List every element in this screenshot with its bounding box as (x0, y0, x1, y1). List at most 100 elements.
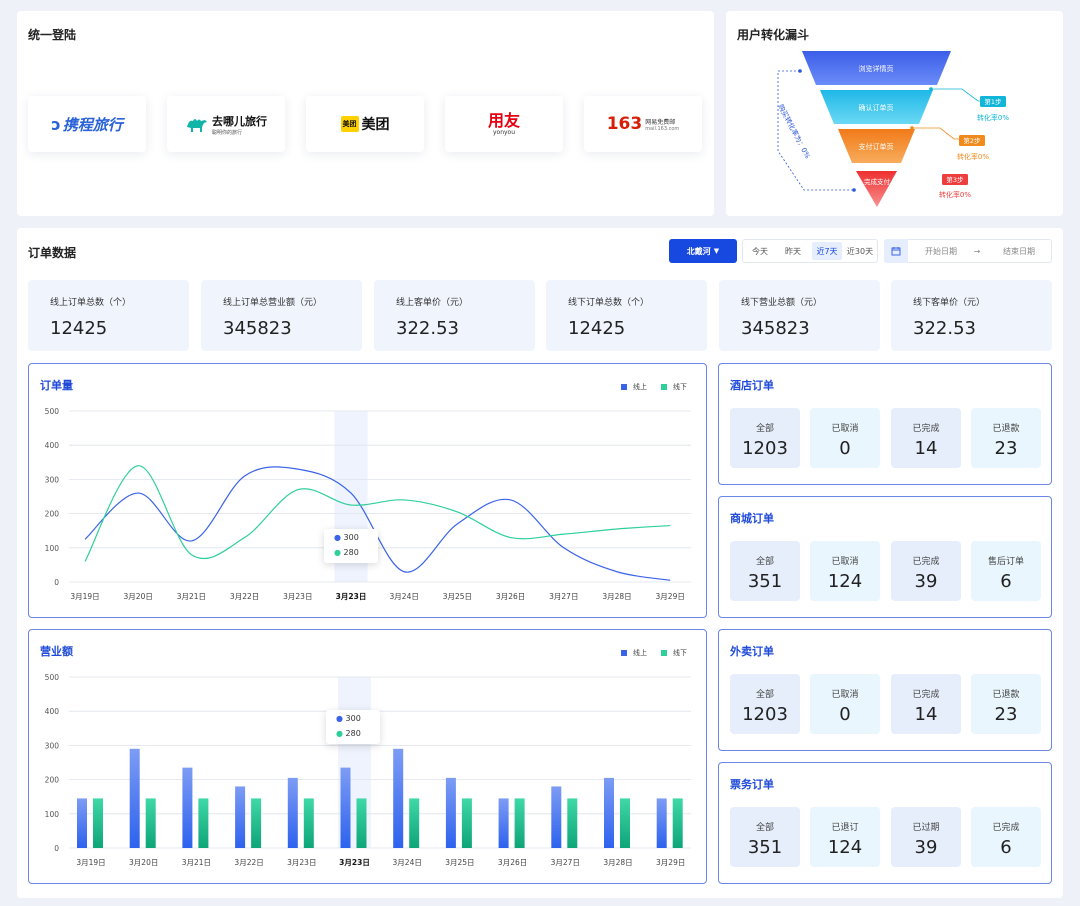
bar-online (604, 777, 614, 848)
bar-offline (567, 798, 578, 848)
range-30days[interactable]: 近30天 (845, 242, 875, 260)
line-chart-plot: 0 100 200 300 400 500 3月19日 3月20日 3月21日 3月22日 3月23… (45, 407, 691, 601)
stat-label: 线下营业总额（元） (741, 298, 823, 308)
meituan-badge-icon: 美团 (340, 116, 359, 132)
order-card-label: 已退订 (831, 823, 859, 833)
order-card[interactable]: 已取消 0 (810, 408, 880, 468)
qunar-logo-sub: 聪明你的旅行 (212, 129, 243, 136)
funnel-stage-4 (856, 171, 897, 207)
y-tick-label: 400 (45, 707, 60, 716)
tooltip-offline: 280 (345, 729, 361, 738)
stat-label: 线下客单价（元） (913, 298, 986, 308)
step1-label: 第1步 (984, 97, 1002, 106)
yonyou-logo-card[interactable]: 用友 yonyou (445, 96, 563, 152)
order-card[interactable]: 全部 1203 (730, 674, 800, 734)
start-date-input[interactable]: 开始日期 (916, 242, 966, 260)
y-tick-label: 500 (45, 673, 60, 682)
group-title: 商城订单 (730, 512, 774, 525)
stat-value: 345823 (223, 318, 292, 339)
order-card[interactable]: 已完成 14 (891, 408, 961, 468)
order-card-value: 351 (747, 571, 783, 592)
stat-label: 线上订单总数（个） (50, 298, 132, 308)
x-tick-label: 3月20日 (124, 592, 153, 601)
order-card[interactable]: 已退款 23 (971, 408, 1041, 468)
x-tick-label: 3月21日 (177, 592, 206, 601)
x-tick-label: 3月23日 (336, 592, 367, 601)
bar-online (287, 777, 298, 848)
step3-label: 第3步 (946, 175, 964, 184)
login-panel: 统一登陆 ↄ 携程旅行 去哪儿旅行 聪明你的旅行 美团 美团 用友 yonyou… (17, 11, 714, 216)
order-card[interactable]: 已过期 39 (891, 807, 961, 867)
end-date-input[interactable]: 结束日期 (994, 242, 1044, 260)
order-card[interactable]: 全部 351 (730, 541, 800, 601)
bar-online (498, 798, 509, 848)
ctrip-logo-text: 携程旅行 (62, 115, 123, 134)
bar-chart-tooltip: ● 300 ● 280 (326, 710, 380, 744)
tooltip-online: 300 (343, 533, 359, 542)
stat-value: 345823 (741, 318, 810, 339)
stat-online-orders: 线上订单总数（个） 12425 (28, 280, 189, 351)
range-7days[interactable]: 近7天 (812, 242, 842, 260)
order-card-label: 已退款 (992, 690, 1020, 700)
x-tick-label: 3月21日 (182, 858, 211, 867)
mail163-logo-card[interactable]: 163 网易免费邮 mail.163.com (584, 96, 702, 152)
range-yesterday[interactable]: 昨天 (779, 242, 807, 260)
order-card[interactable]: 已退款 23 (971, 674, 1041, 734)
stat-online-avg: 线上客单价（元） 322.53 (374, 280, 535, 351)
order-card-value: 351 (747, 837, 783, 858)
order-card-label: 已取消 (831, 424, 859, 434)
x-tick-label: 3月24日 (390, 592, 419, 601)
order-card[interactable]: 售后订单 6 (971, 541, 1041, 601)
range-today[interactable]: 今天 (746, 242, 774, 260)
bar-offline (93, 798, 103, 848)
order-card-value: 6 (1000, 571, 1012, 592)
caret-down-icon: ▼ (713, 247, 720, 255)
order-card-value: 14 (914, 704, 938, 725)
bar-online (182, 767, 193, 848)
order-card-label: 全部 (755, 424, 774, 434)
ticket-orders: 票务订单 全部 351 已退订 124 已过期 39 已完成 6 (718, 762, 1052, 884)
order-card-value: 23 (994, 704, 1018, 725)
step1-rate: 转化率0% (977, 113, 1009, 122)
order-card[interactable]: 全部 351 (730, 807, 800, 867)
camel-icon (187, 119, 207, 132)
meituan-logo-card[interactable]: 美团 美团 (306, 96, 424, 152)
revenue-chart: 营业额 线上 线下 0 100 200 300 400 500 3月19日 3月20日 3月21… (28, 629, 707, 884)
stat-offline-avg: 线下客单价（元） 322.53 (891, 280, 1052, 351)
y-tick-label: 0 (54, 578, 59, 587)
bar-offline (514, 798, 525, 848)
funnel-side-label: 购买转化率为：0% (776, 103, 812, 161)
x-tick-label: 3月19日 (70, 592, 99, 601)
order-card[interactable]: 已完成 6 (971, 807, 1041, 867)
ctrip-logo-card[interactable]: ↄ 携程旅行 (28, 96, 146, 152)
funnel-stage-3-label: 支付订单页 (859, 142, 894, 151)
order-card-value: 0 (839, 704, 851, 725)
order-card[interactable]: 已完成 14 (891, 674, 961, 734)
step1-dot (929, 87, 933, 91)
order-card[interactable]: 已完成 39 (891, 541, 961, 601)
order-card[interactable]: 已取消 124 (810, 541, 880, 601)
bar-chart-plot: 0 100 200 300 400 500 3月19日 3月20日 3月21日 3月22日 3月23… (45, 673, 691, 867)
stat-value: 12425 (568, 318, 626, 339)
order-card-value: 1203 (742, 704, 788, 725)
order-card-label: 已完成 (912, 557, 940, 567)
bar-offline (409, 798, 420, 848)
order-card-value: 6 (1000, 837, 1012, 858)
qunar-logo-text: 去哪儿旅行 (212, 114, 267, 128)
qunar-logo-card[interactable]: 去哪儿旅行 聪明你的旅行 (167, 96, 285, 152)
orders-title: 订单数据 (28, 246, 77, 260)
order-card[interactable]: 全部 1203 (730, 408, 800, 468)
order-card-label: 已完成 (992, 823, 1020, 833)
order-card-label: 已完成 (912, 690, 940, 700)
step2-dot (910, 126, 914, 130)
stat-label: 线上订单总营业额（元） (223, 298, 323, 308)
calendar-icon (891, 247, 901, 256)
mall-orders: 商城订单 全部 351 已取消 124 已完成 39 售后订单 6 (718, 496, 1052, 618)
region-dropdown[interactable]: 北戴河 ▼ (669, 239, 737, 263)
order-card-label: 已退款 (992, 424, 1020, 434)
order-card-value: 14 (914, 438, 938, 459)
order-card[interactable]: 已退订 124 (810, 807, 880, 867)
order-card[interactable]: 已取消 0 (810, 674, 880, 734)
mail163-logo-text: 163 (606, 114, 643, 134)
bar-offline (198, 798, 209, 848)
